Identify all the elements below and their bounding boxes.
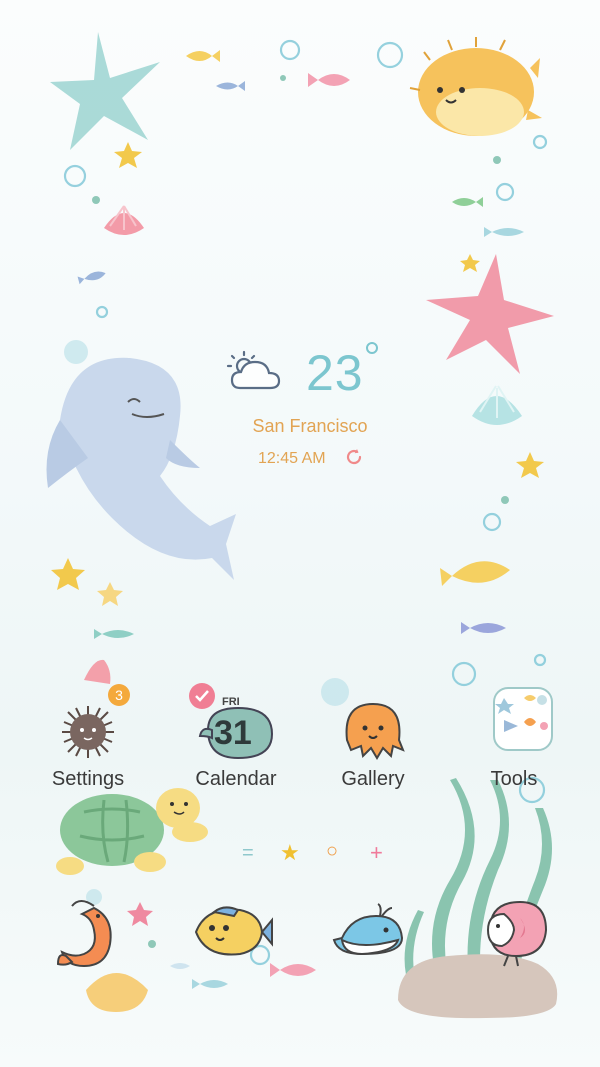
city-label: San Francisco — [252, 416, 368, 436]
starfish-teal — [50, 32, 160, 150]
dock — [40, 890, 560, 980]
app-label: Settings — [51, 768, 125, 790]
teal-shell — [472, 385, 522, 425]
tools-folder-icon — [474, 687, 554, 764]
notification-badge: 3 — [108, 684, 130, 706]
pufferfish — [409, 37, 542, 136]
app-label: Gallery — [341, 768, 405, 790]
starfish-pink — [426, 254, 554, 374]
temperature: 23 — [306, 345, 364, 401]
refresh-icon[interactable] — [344, 447, 364, 467]
app-label: Calendar — [195, 768, 277, 790]
date-label: 31 — [214, 714, 252, 752]
pink-fish-icon[interactable] — [480, 896, 550, 968]
app-label: Tools — [490, 768, 538, 790]
page-indicator[interactable]: = ★ ○ + — [230, 836, 390, 868]
update-time: 12:45 AM — [258, 450, 326, 467]
page-dot-list[interactable]: = — [242, 842, 254, 865]
weekday-label: FRI — [222, 696, 240, 708]
turtle — [56, 788, 208, 875]
sea-urchin-icon — [48, 700, 128, 764]
shrimp-icon[interactable] — [54, 898, 120, 970]
yellow-fish-icon[interactable] — [190, 904, 273, 960]
pink-shell — [104, 205, 144, 235]
page-dot-home[interactable]: ★ — [280, 840, 300, 866]
page-dot-add[interactable]: + — [370, 840, 383, 866]
page-dot-2[interactable]: ○ — [326, 840, 338, 863]
check-icon — [188, 682, 216, 715]
weather-widget[interactable]: 23 San Francisco 12:45 AM — [200, 340, 400, 480]
octopus-icon — [333, 700, 413, 764]
degree-symbol — [366, 342, 378, 354]
partly-cloudy-icon — [226, 350, 284, 394]
whale-icon[interactable] — [332, 903, 422, 960]
